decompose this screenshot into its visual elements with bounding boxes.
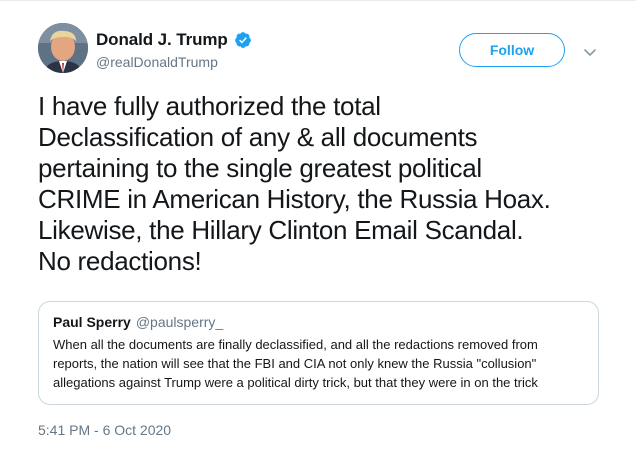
quoted-tweet-header: Paul Sperry @paulsperry_ [53,314,598,332]
follow-button[interactable]: Follow [459,33,565,67]
quoted-tweet-text: When all the documents are finally decla… [53,335,598,392]
author-block[interactable]: Donald J. Trump @realDonaldTrump [96,29,252,70]
author-display-name[interactable]: Donald J. Trump [96,30,228,50]
quoted-tweet[interactable]: Paul Sperry @paulsperry_ When all the do… [38,301,599,405]
quoted-text-line: allegations against Trump were a politic… [53,375,538,390]
tweet-text-line: pertaining to the single greatest politi… [38,153,482,183]
tweet-card: Donald J. Trump @realDonaldTrump Follow … [0,0,636,452]
tweet-text-line: Declassification of any & all documents [38,122,478,152]
tweet-text-line: CRIME in American History, the Russia Ho… [38,184,551,214]
tweet-timestamp[interactable]: 5:41 PM - 6 Oct 2020 [38,422,171,438]
tweet-text-line: I have fully authorized the total [38,91,381,121]
tweet-text-line: Likewise, the Hillary Clinton Email Scan… [38,215,524,245]
quoted-author-name: Paul Sperry [53,314,131,330]
avatar-image [38,23,88,73]
author-handle[interactable]: @realDonaldTrump [96,54,252,70]
quoted-text-line: When all the documents are finally decla… [53,337,538,352]
tweet-text-line: No redactions! [38,246,202,276]
tweet-text: I have fully authorized the total Declas… [38,91,628,277]
quoted-author-handle: @paulsperry_ [135,314,224,330]
chevron-down-icon[interactable] [583,45,597,56]
author-name-row: Donald J. Trump [96,29,252,51]
verified-badge-icon [234,31,252,49]
quoted-text-line: reports, the nation will see that the FB… [53,356,537,371]
avatar[interactable] [38,23,88,73]
